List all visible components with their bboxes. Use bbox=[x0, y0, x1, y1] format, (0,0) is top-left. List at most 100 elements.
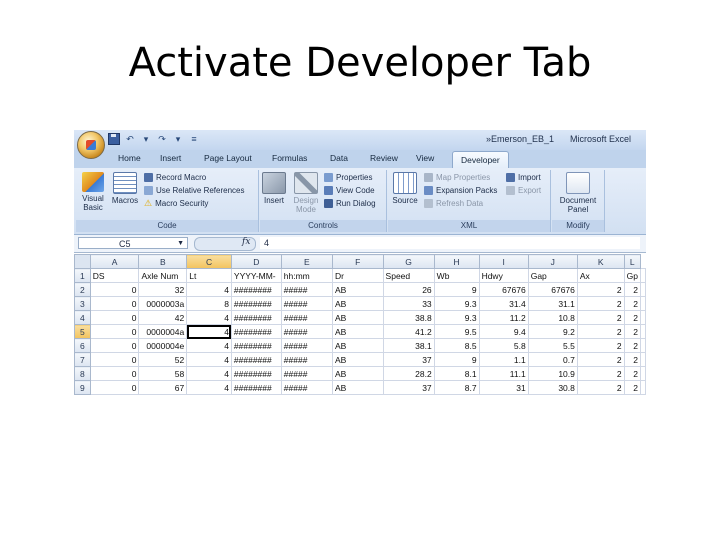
cell[interactable]: ######## bbox=[230, 366, 282, 381]
cell[interactable]: ######## bbox=[230, 296, 282, 311]
cell[interactable]: 0000003a bbox=[138, 296, 188, 311]
cell[interactable]: Gap bbox=[527, 268, 578, 283]
use-relative-references-button[interactable]: Use Relative References bbox=[144, 185, 244, 196]
cell[interactable] bbox=[640, 268, 646, 283]
cell[interactable] bbox=[640, 366, 646, 381]
save-icon[interactable] bbox=[108, 133, 120, 145]
cell[interactable]: 0000004e bbox=[138, 338, 188, 353]
cell[interactable]: 2 bbox=[576, 366, 625, 381]
row-header[interactable]: 6 bbox=[74, 338, 91, 353]
cell[interactable]: ######## bbox=[230, 310, 282, 325]
record-macro-button[interactable]: Record Macro bbox=[144, 172, 206, 183]
cell[interactable] bbox=[640, 338, 646, 353]
cell[interactable]: 33 bbox=[382, 296, 435, 311]
cell[interactable]: YYYY-MM- bbox=[230, 268, 282, 283]
cell[interactable]: 4 bbox=[186, 338, 232, 353]
cell[interactable]: 2 bbox=[576, 324, 625, 339]
cell[interactable]: ######## bbox=[230, 324, 282, 339]
cell[interactable]: 2 bbox=[623, 366, 642, 381]
tab-developer[interactable]: Developer bbox=[452, 151, 509, 169]
visual-basic-button[interactable]: Visual Basic bbox=[78, 172, 108, 212]
cell[interactable]: ##### bbox=[280, 338, 333, 353]
cell[interactable] bbox=[640, 296, 646, 311]
cell[interactable]: AB bbox=[331, 296, 384, 311]
design-mode-button[interactable]: Design Mode bbox=[290, 172, 322, 214]
insert-function-icon[interactable]: fx bbox=[242, 237, 250, 247]
row-header[interactable]: 1 bbox=[74, 268, 91, 283]
cell[interactable]: 9 bbox=[433, 282, 480, 297]
cell[interactable]: 38.8 bbox=[382, 310, 435, 325]
cell[interactable]: AB bbox=[331, 310, 384, 325]
cell[interactable]: 2 bbox=[623, 380, 642, 395]
cell[interactable]: 2 bbox=[623, 352, 642, 367]
cell[interactable]: 4 bbox=[186, 380, 232, 395]
cell[interactable]: 37 bbox=[382, 380, 435, 395]
undo-icon[interactable]: ↶ bbox=[124, 133, 136, 145]
macros-button[interactable]: Macros bbox=[110, 172, 140, 205]
cell[interactable]: 8.7 bbox=[433, 380, 480, 395]
row-header[interactable]: 7 bbox=[74, 352, 91, 367]
cell[interactable]: Gp bbox=[623, 268, 642, 283]
cell[interactable]: 0 bbox=[89, 282, 140, 297]
column-header-f[interactable]: F bbox=[331, 254, 384, 269]
active-cell[interactable]: 4 bbox=[186, 324, 232, 339]
tab-data[interactable]: Data bbox=[330, 153, 348, 163]
cell[interactable]: 4 bbox=[186, 310, 232, 325]
cell[interactable]: 52 bbox=[138, 352, 188, 367]
cell[interactable]: 2 bbox=[623, 310, 642, 325]
column-header-a[interactable]: A bbox=[89, 254, 140, 269]
row-header[interactable]: 5 bbox=[74, 324, 91, 339]
cell[interactable]: Lt bbox=[186, 268, 232, 283]
cell[interactable]: 67 bbox=[138, 380, 188, 395]
column-header-k[interactable]: K bbox=[576, 254, 625, 269]
cell[interactable]: 67676 bbox=[527, 282, 578, 297]
cell[interactable]: DS bbox=[89, 268, 140, 283]
cell[interactable]: 9.2 bbox=[527, 324, 578, 339]
cell[interactable]: 67676 bbox=[478, 282, 529, 297]
row-header[interactable]: 4 bbox=[74, 310, 91, 325]
cell[interactable]: 8 bbox=[186, 296, 232, 311]
tab-insert[interactable]: Insert bbox=[160, 153, 181, 163]
tab-review[interactable]: Review bbox=[370, 153, 398, 163]
cell[interactable]: 0 bbox=[89, 324, 140, 339]
cell[interactable]: AB bbox=[331, 366, 384, 381]
cell[interactable]: 2 bbox=[623, 324, 642, 339]
cell[interactable]: ##### bbox=[280, 380, 333, 395]
row-header[interactable]: 8 bbox=[74, 366, 91, 381]
cell[interactable]: 41.2 bbox=[382, 324, 435, 339]
cell[interactable]: 2 bbox=[576, 352, 625, 367]
cell[interactable]: 4 bbox=[186, 352, 232, 367]
cell[interactable]: 2 bbox=[623, 282, 642, 297]
cell[interactable]: 2 bbox=[576, 282, 625, 297]
cell[interactable]: 0000004a bbox=[138, 324, 188, 339]
cell[interactable] bbox=[640, 282, 646, 297]
cell[interactable]: ##### bbox=[280, 366, 333, 381]
cell[interactable]: ######## bbox=[230, 380, 282, 395]
cell[interactable]: 31.4 bbox=[478, 296, 529, 311]
cell[interactable]: ##### bbox=[280, 282, 333, 297]
cell[interactable]: 8.5 bbox=[433, 338, 480, 353]
cell[interactable]: 2 bbox=[576, 338, 625, 353]
tab-formulas[interactable]: Formulas bbox=[272, 153, 307, 163]
cell[interactable]: 0 bbox=[89, 352, 140, 367]
cell[interactable]: 0 bbox=[89, 380, 140, 395]
office-button[interactable] bbox=[77, 131, 105, 159]
cell[interactable]: 0 bbox=[89, 366, 140, 381]
cell[interactable]: 8.1 bbox=[433, 366, 480, 381]
insert-control-button[interactable]: Insert bbox=[262, 172, 286, 205]
cell[interactable]: 5.8 bbox=[478, 338, 529, 353]
cell[interactable]: hh:mm bbox=[280, 268, 333, 283]
properties-button[interactable]: Properties bbox=[324, 172, 372, 183]
cell[interactable]: 11.1 bbox=[478, 366, 529, 381]
cell[interactable]: AB bbox=[331, 380, 384, 395]
row-header[interactable]: 9 bbox=[74, 380, 91, 395]
cell[interactable]: AB bbox=[331, 338, 384, 353]
cell[interactable]: AB bbox=[331, 324, 384, 339]
column-header-i[interactable]: I bbox=[478, 254, 529, 269]
cell[interactable]: 9.4 bbox=[478, 324, 529, 339]
customize-qat-icon[interactable]: ≡ bbox=[188, 133, 200, 145]
cell[interactable]: 0 bbox=[89, 338, 140, 353]
row-header[interactable]: 2 bbox=[74, 282, 91, 297]
cell[interactable] bbox=[640, 324, 646, 339]
column-header-e[interactable]: E bbox=[280, 254, 333, 269]
